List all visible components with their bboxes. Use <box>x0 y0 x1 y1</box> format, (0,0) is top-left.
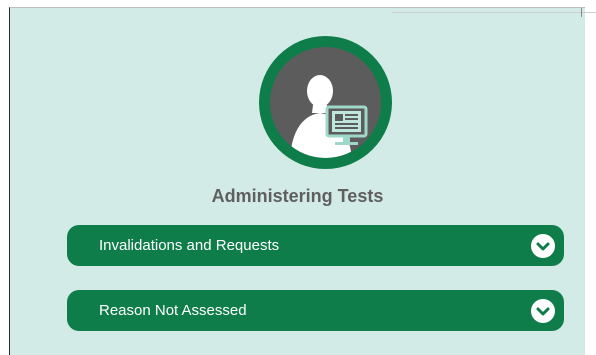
accordion-label: Invalidations and Requests <box>99 237 280 254</box>
user-at-computer-icon <box>270 47 381 158</box>
chevron-down-icon[interactable] <box>531 234 555 258</box>
hero-icon-ring <box>259 36 392 169</box>
page-title: Administering Tests <box>211 186 384 206</box>
chevron-down-icon[interactable] <box>531 299 555 323</box>
top-divider <box>392 12 596 13</box>
accordion-label: Reason Not Assessed <box>99 302 247 319</box>
top-edge-marker <box>581 8 582 17</box>
accordion-invalidations-and-requests[interactable]: Invalidations and Requests <box>67 225 564 266</box>
accordion-reason-not-assessed[interactable]: Reason Not Assessed <box>67 290 564 331</box>
